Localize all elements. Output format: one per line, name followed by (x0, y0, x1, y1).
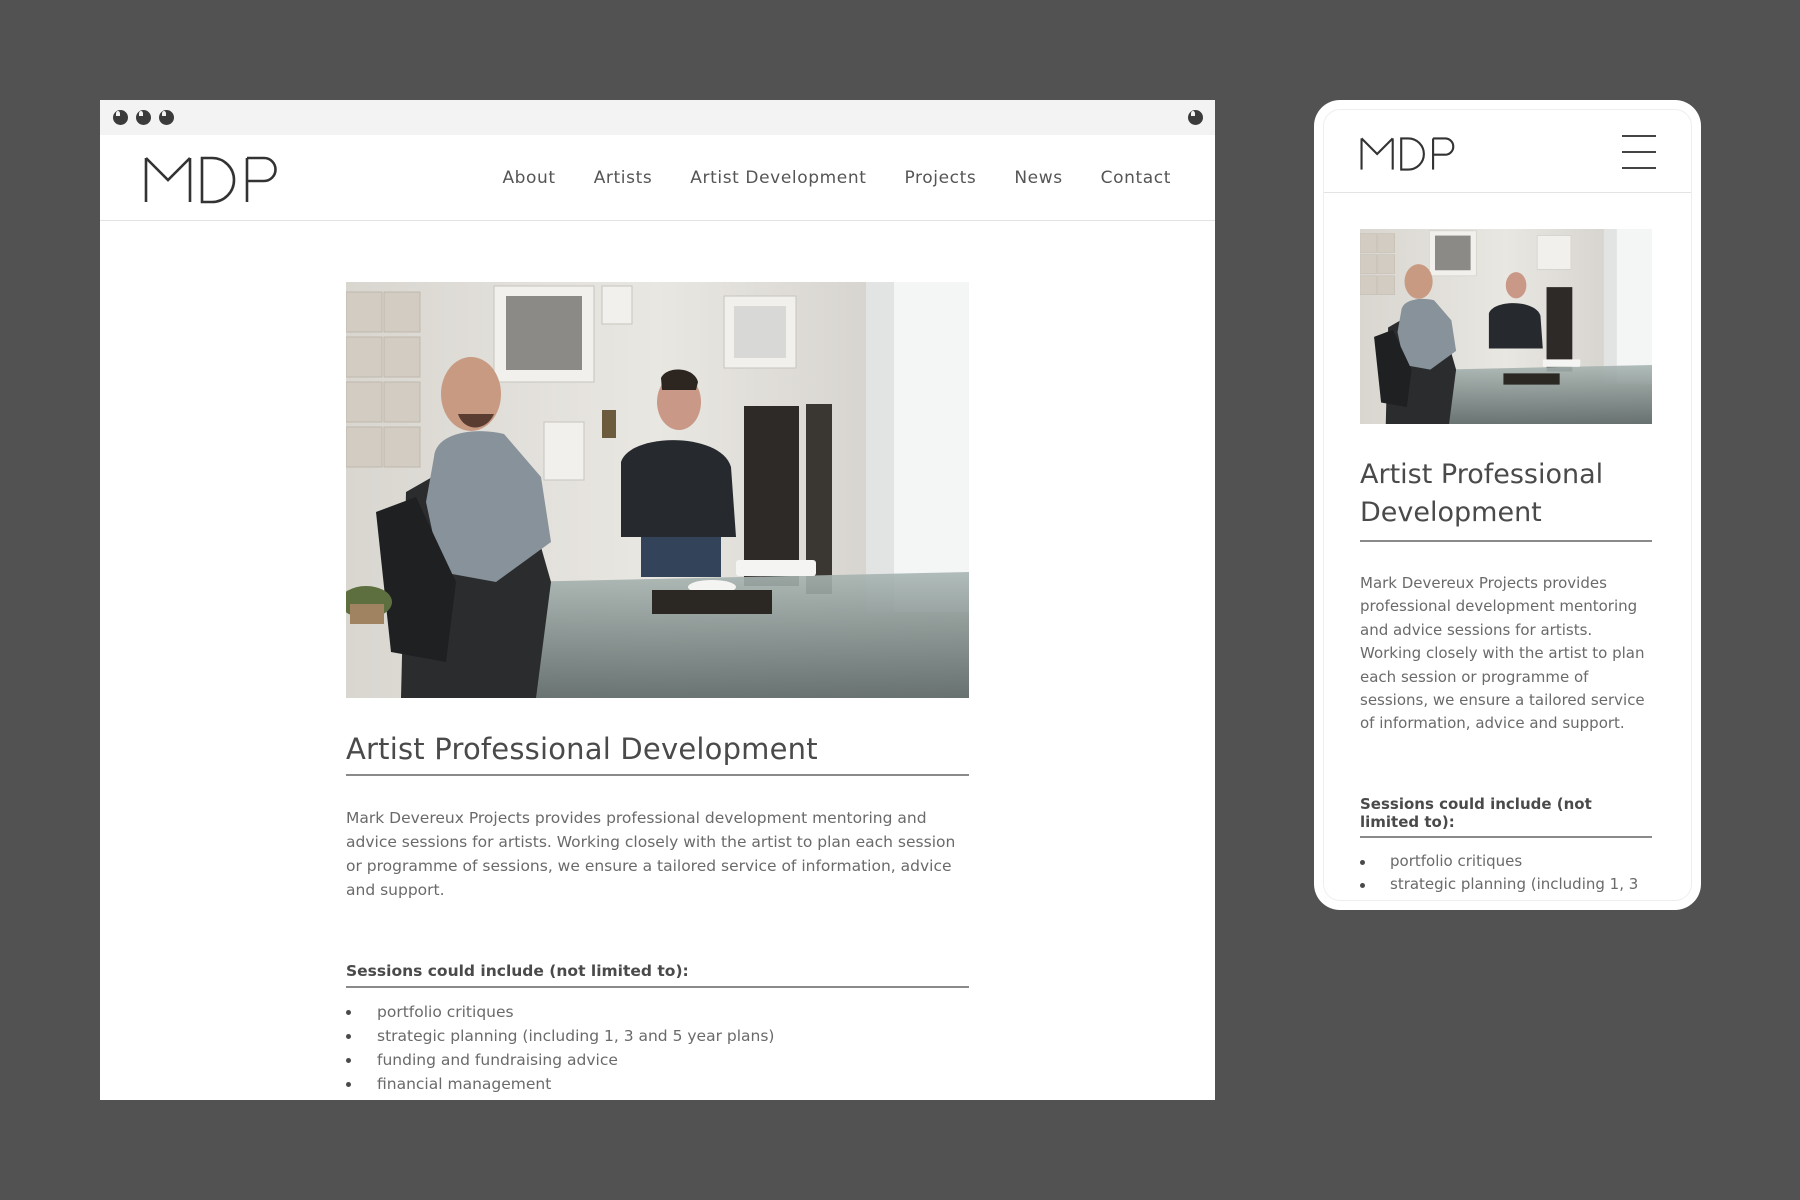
browser-title-bar (100, 100, 1215, 135)
sessions-list: portfolio critiques strategic planning (… (1360, 850, 1652, 900)
page-title: Artist Professional Development (346, 732, 969, 776)
hamburger-menu-icon[interactable] (1622, 135, 1656, 169)
hero-photo (1360, 229, 1652, 424)
list-item: strategic planning (including 1, 3 and 5… (346, 1024, 969, 1048)
mobile-mockup: Artist Professional Development Mark Dev… (1314, 100, 1701, 910)
window-dot-icon[interactable] (1188, 110, 1203, 125)
hero-photo (346, 282, 969, 698)
window-dot-icon[interactable] (159, 110, 174, 125)
page-title: Artist Professional Development (1360, 456, 1652, 542)
sessions-heading: Sessions could include (not limited to): (1360, 795, 1652, 838)
nav-about[interactable]: About (502, 168, 555, 188)
intro-paragraph: Mark Devereux Projects provides professi… (346, 809, 956, 899)
window-dot-icon[interactable] (113, 110, 128, 125)
main-content: Artist Professional Development Mark Dev… (346, 282, 969, 1096)
mdp-logo[interactable] (1360, 137, 1458, 171)
nav-news[interactable]: News (1014, 168, 1062, 188)
list-item: strategic planning (including 1, 3 and 5… (1360, 873, 1652, 900)
sessions-list: portfolio critiques strategic planning (… (346, 1000, 969, 1096)
mobile-header (1324, 110, 1691, 193)
nav-artists[interactable]: Artists (594, 168, 653, 188)
main-nav: About Artists Artist Development Project… (502, 168, 1171, 188)
site-header: About Artists Artist Development Project… (100, 135, 1215, 221)
list-item: portfolio critiques (346, 1000, 969, 1024)
nav-artist-development[interactable]: Artist Development (690, 168, 866, 188)
intro-paragraph: Mark Devereux Projects provides professi… (1360, 574, 1645, 733)
list-item: portfolio critiques (1360, 850, 1652, 873)
sessions-heading: Sessions could include (not limited to): (346, 962, 969, 988)
desktop-browser-mockup: About Artists Artist Development Project… (100, 100, 1215, 1100)
nav-contact[interactable]: Contact (1101, 168, 1171, 188)
list-item: funding and fundraising advice (346, 1048, 969, 1072)
nav-projects[interactable]: Projects (904, 168, 976, 188)
list-item: financial management (346, 1072, 969, 1096)
window-dot-icon[interactable] (136, 110, 151, 125)
mobile-content: Artist Professional Development Mark Dev… (1360, 229, 1652, 900)
mdp-logo[interactable] (144, 156, 282, 204)
mobile-screen: Artist Professional Development Mark Dev… (1324, 110, 1691, 900)
